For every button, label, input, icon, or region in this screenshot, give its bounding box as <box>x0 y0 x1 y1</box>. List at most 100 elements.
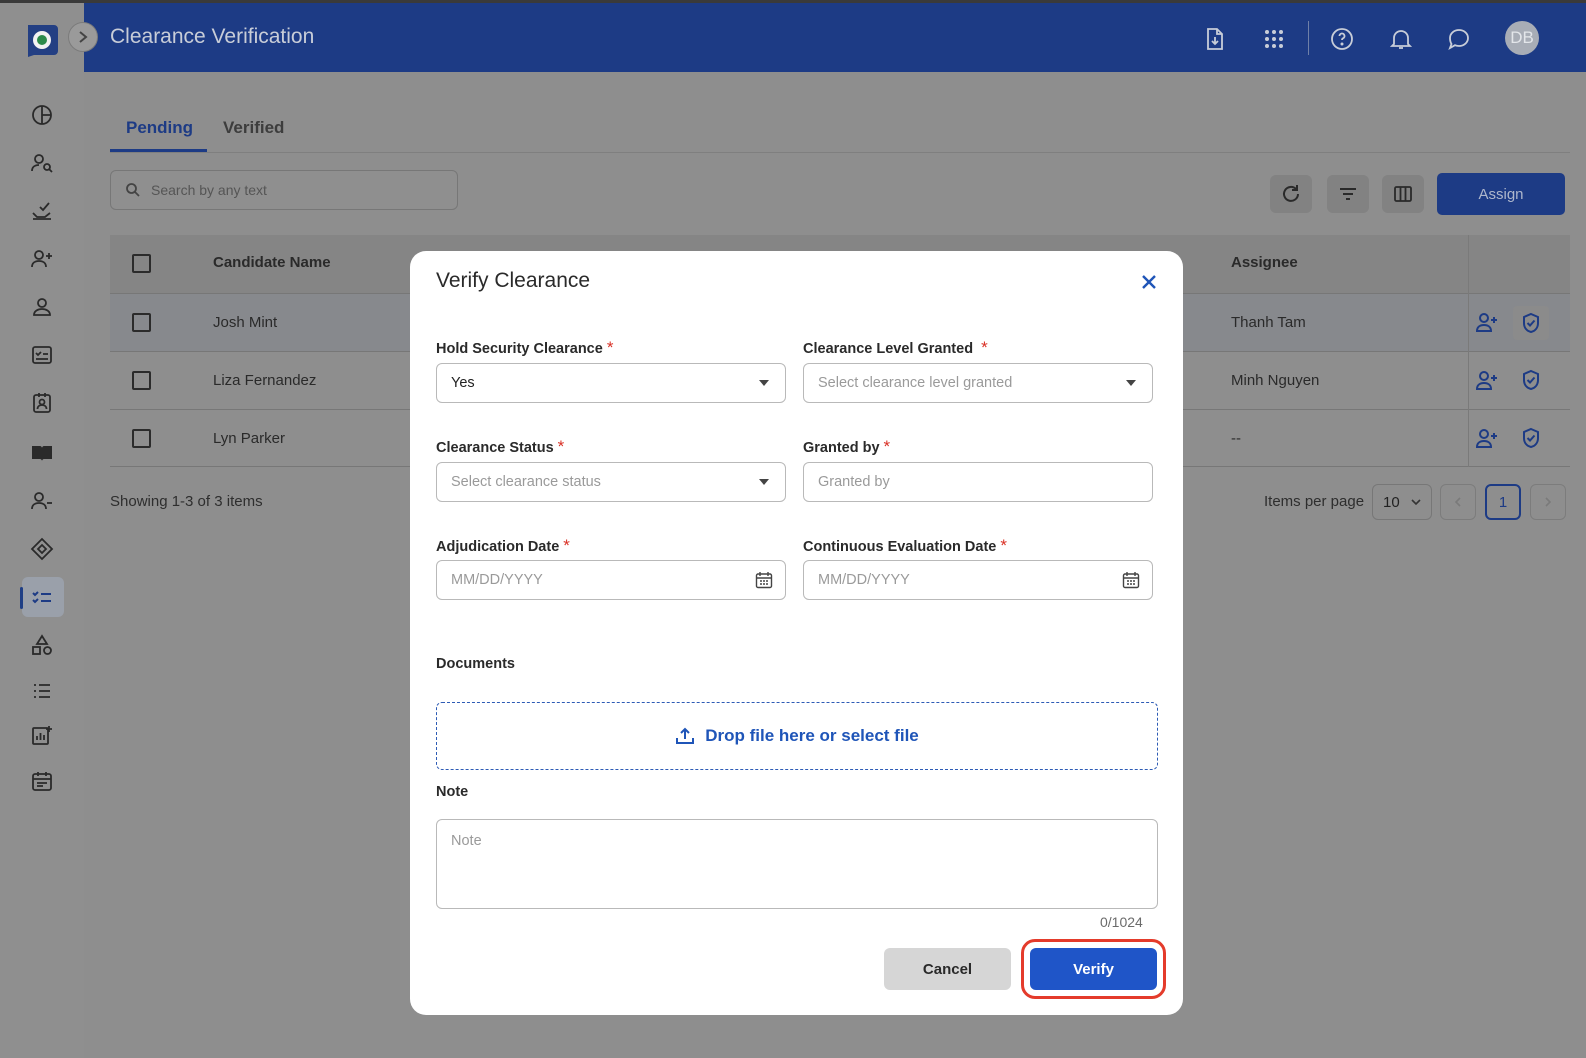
search-placeholder: Search by any text <box>151 182 267 198</box>
tab-divider <box>110 152 1570 153</box>
refresh-button[interactable] <box>1270 175 1312 213</box>
shapes-icon[interactable] <box>26 629 58 661</box>
columns-button[interactable] <box>1382 175 1424 213</box>
calendar-icon[interactable] <box>26 765 58 797</box>
notification-bell-icon[interactable] <box>1387 25 1415 53</box>
candidate-name: Liza Fernandez <box>213 372 317 389</box>
required-mark: * <box>981 338 988 357</box>
assignee-name: Thanh Tam <box>1231 314 1306 331</box>
hold-clearance-label: Hold Security Clearance * <box>436 338 614 357</box>
chevron-right-icon <box>1545 497 1552 507</box>
calendar-icon[interactable] <box>755 571 773 589</box>
note-character-counter: 0/1024 <box>1100 914 1143 930</box>
required-mark: * <box>1000 536 1007 555</box>
next-page-button[interactable] <box>1530 484 1566 520</box>
search-icon <box>126 183 140 197</box>
app-header: Clearance Verification DB <box>84 3 1586 72</box>
verify-shield-icon[interactable] <box>1513 306 1549 340</box>
assign-user-icon[interactable] <box>1474 425 1500 451</box>
page-button-current[interactable]: 1 <box>1485 484 1521 520</box>
required-mark: * <box>557 437 565 456</box>
active-nav-indicator <box>20 587 23 609</box>
columns-icon <box>1394 186 1412 202</box>
list-icon[interactable] <box>26 675 58 707</box>
items-per-page-value: 10 <box>1383 493 1400 511</box>
clearance-level-label: Clearance Level Granted * <box>803 338 988 357</box>
refresh-icon <box>1283 185 1299 202</box>
file-dropzone[interactable]: Drop file here or select file <box>436 702 1158 770</box>
prev-page-button[interactable] <box>1440 484 1476 520</box>
user-icon[interactable] <box>26 291 58 323</box>
granted-by-label: Granted by * <box>803 437 891 456</box>
calendar-icon[interactable] <box>1122 571 1140 589</box>
add-user-icon[interactable] <box>26 243 58 275</box>
verify-shield-icon[interactable] <box>1518 367 1544 393</box>
candidate-name: Lyn Parker <box>213 430 285 447</box>
verify-shield-icon[interactable] <box>1518 425 1544 451</box>
user-remove-icon[interactable] <box>26 485 58 517</box>
chevron-right-icon <box>79 31 88 43</box>
items-per-page-select[interactable]: 10 <box>1372 484 1432 520</box>
assign-user-icon[interactable] <box>1474 367 1500 393</box>
sidebar <box>0 3 84 1058</box>
note-label: Note <box>436 784 469 800</box>
sidebar-expand-button[interactable] <box>68 22 98 52</box>
row-checkbox[interactable] <box>132 429 151 448</box>
dialog-title: Verify Clearance <box>436 269 591 292</box>
close-icon[interactable] <box>1136 269 1162 295</box>
documents-label: Documents <box>436 656 515 672</box>
row-checkbox[interactable] <box>132 313 151 332</box>
candidate-search-icon[interactable] <box>26 147 58 179</box>
chat-icon[interactable] <box>1445 25 1473 53</box>
dashboard-icon[interactable] <box>26 99 58 131</box>
avatar[interactable]: DB <box>1505 21 1539 55</box>
column-header-assignee[interactable]: Assignee <box>1231 254 1298 271</box>
search-input[interactable]: Search by any text <box>110 170 458 210</box>
chevron-down-icon <box>1411 499 1421 506</box>
granted-by-input[interactable]: Granted by <box>803 462 1153 502</box>
book-icon[interactable] <box>26 437 58 469</box>
clearance-level-select[interactable]: Select clearance level granted <box>803 363 1153 403</box>
filter-button[interactable] <box>1327 175 1369 213</box>
tab-pending[interactable]: Pending <box>126 118 193 138</box>
adjudication-date-placeholder: MM/DD/YYYY <box>451 572 543 588</box>
cancel-button[interactable]: Cancel <box>884 948 1011 990</box>
apps-grid-icon[interactable] <box>1260 25 1288 53</box>
hold-clearance-select[interactable]: Yes <box>436 363 786 403</box>
report-icon[interactable] <box>26 719 58 751</box>
caret-down-icon <box>755 473 773 491</box>
column-header-candidate[interactable]: Candidate Name <box>213 254 331 271</box>
caret-down-icon <box>755 374 773 392</box>
handshake-check-icon[interactable] <box>26 195 58 227</box>
verify-button[interactable]: Verify <box>1030 948 1157 990</box>
verify-clearance-dialog: Verify Clearance Hold Security Clearance… <box>410 251 1183 1015</box>
action-column-divider <box>1468 235 1469 467</box>
row-checkbox[interactable] <box>132 371 151 390</box>
assign-button[interactable]: Assign <box>1437 173 1565 215</box>
note-textarea[interactable]: Note <box>436 819 1158 909</box>
assignee-name: -- <box>1231 430 1241 447</box>
required-mark: * <box>606 338 614 357</box>
ce-date-input[interactable]: MM/DD/YYYY <box>803 560 1153 600</box>
tab-verified[interactable]: Verified <box>223 118 284 138</box>
assignee-name: Minh Nguyen <box>1231 372 1320 389</box>
app-logo[interactable] <box>24 21 60 59</box>
tag-icon[interactable] <box>26 533 58 565</box>
header-divider <box>1308 21 1309 55</box>
clearance-status-placeholder: Select clearance status <box>451 474 601 490</box>
badge-icon[interactable] <box>26 387 58 419</box>
dropzone-text: Drop file here or select file <box>705 726 919 745</box>
ce-date-placeholder: MM/DD/YYYY <box>818 572 910 588</box>
adjudication-date-input[interactable]: MM/DD/YYYY <box>436 560 786 600</box>
filter-icon <box>1340 188 1356 200</box>
clearance-list-icon[interactable] <box>26 581 58 613</box>
help-icon[interactable] <box>1328 25 1356 53</box>
download-file-icon[interactable] <box>1201 25 1229 53</box>
assign-user-icon[interactable] <box>1474 309 1500 335</box>
checklist-icon[interactable] <box>26 339 58 371</box>
note-placeholder: Note <box>451 833 482 849</box>
clearance-status-select[interactable]: Select clearance status <box>436 462 786 502</box>
candidate-name: Josh Mint <box>213 314 278 331</box>
select-all-checkbox[interactable] <box>132 254 151 273</box>
granted-by-placeholder: Granted by <box>818 474 890 490</box>
